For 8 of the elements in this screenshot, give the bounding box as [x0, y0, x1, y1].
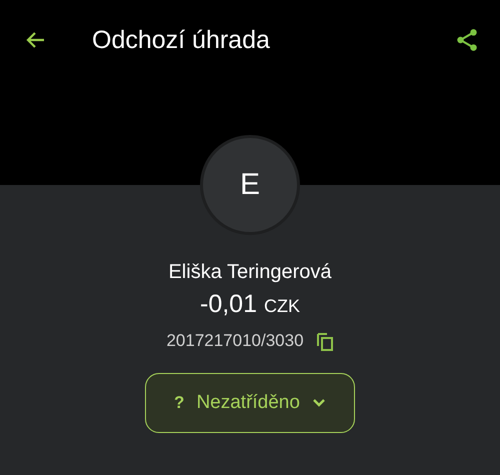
chevron-down-icon [312, 398, 326, 408]
copy-icon[interactable] [316, 332, 334, 350]
contact-name: Eliška Teringerová [168, 261, 332, 284]
amount-value: -0,01 [200, 290, 257, 319]
screen-title: Odchozí úhrada [92, 26, 271, 54]
category-dropdown[interactable]: ? Nezatříděno [145, 373, 355, 433]
currency-label: CZK [264, 296, 300, 317]
account-number: 2017217010/3030 [166, 331, 304, 351]
